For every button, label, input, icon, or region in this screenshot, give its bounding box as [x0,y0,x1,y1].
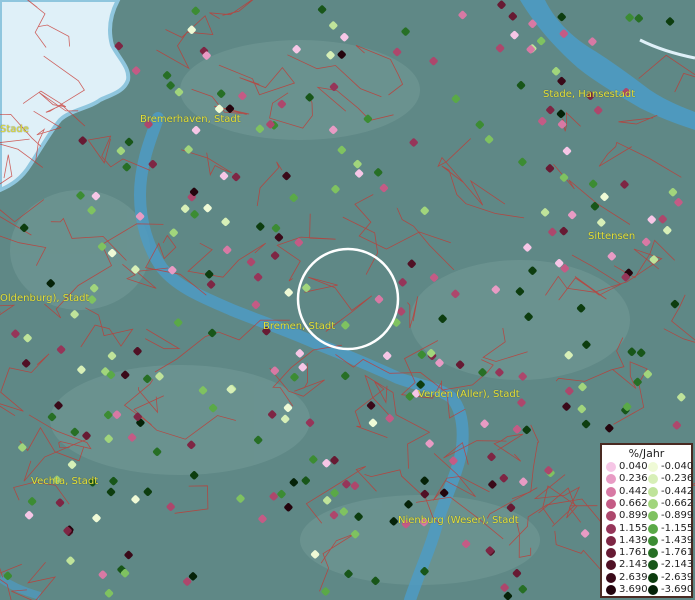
legend-swatch [606,511,616,522]
city-label-sittensen: Sittensen [588,231,636,242]
legend-label: 0.442 [619,485,648,497]
city-label-vechta: Vechta, Stadt [31,476,99,487]
legend-label: 1.155 [619,522,648,534]
legend-swatch [648,585,658,595]
city-label-bremen: Bremen, Stadt [263,321,336,332]
legend-swatch [606,560,616,571]
legend-swatch [606,535,616,546]
legend-swatch [648,572,658,583]
legend-label: 3.690 [619,584,648,595]
legend-swatch [606,462,616,472]
legend-swatch [606,585,616,595]
city-label-bremerhaven: Bremerhaven, Stadt [140,114,241,125]
city-label-verden: Verden (Aller), Stadt [418,389,520,400]
legend-label: 0.899 [619,510,648,522]
legend-swatch [606,523,616,534]
legend-label: -1.439 [661,534,694,546]
legend-label: -3.690 [661,584,694,595]
legend-swatch [606,498,616,509]
legend-swatch [606,474,616,485]
legend-label: 1.439 [619,534,648,546]
legend-label: -0.662 [661,497,694,509]
legend-swatch [648,523,658,534]
legend-swatch [648,535,658,546]
legend-swatch [648,486,658,497]
map-view[interactable]: Stade Bremerhaven, Stadt Stade, Hansesta… [0,0,695,600]
legend-label: -2.143 [661,559,694,571]
legend-label: -0.236 [661,473,694,485]
legend-swatch [606,548,616,559]
legend-swatch [648,474,658,485]
legend-swatch [648,511,658,522]
legend: %/Jahr 0.040 -0.040 0.236 -0.236 0.442 -0.442… [600,443,693,598]
legend-label: 0.040 [619,461,648,472]
legend-label: 0.236 [619,473,648,485]
city-label-oldenburg: Oldenburg), Stadt [0,293,90,304]
legend-label: -0.442 [661,485,694,497]
legend-label: -1.761 [661,547,694,559]
city-label-stade: Stade [0,124,29,135]
legend-label: 1.761 [619,547,648,559]
legend-label: 2.143 [619,559,648,571]
legend-label: -0.040 [661,461,694,472]
legend-swatch [648,498,658,509]
legend-swatch [648,462,658,472]
legend-label: -2.639 [661,571,694,583]
legend-label: 0.662 [619,497,648,509]
legend-swatch [606,486,616,497]
city-label-nienburg: Nienburg (Weser), Stadt [398,515,519,526]
legend-swatch [606,572,616,583]
legend-label: -0.899 [661,510,694,522]
legend-title: %/Jahr [628,447,665,460]
legend-swatch [648,560,658,571]
legend-label: 2.639 [619,571,648,583]
legend-label: -1.155 [661,522,694,534]
city-label-stade-hansestadt: Stade, Hansestadt [543,89,636,100]
legend-swatch [648,548,658,559]
